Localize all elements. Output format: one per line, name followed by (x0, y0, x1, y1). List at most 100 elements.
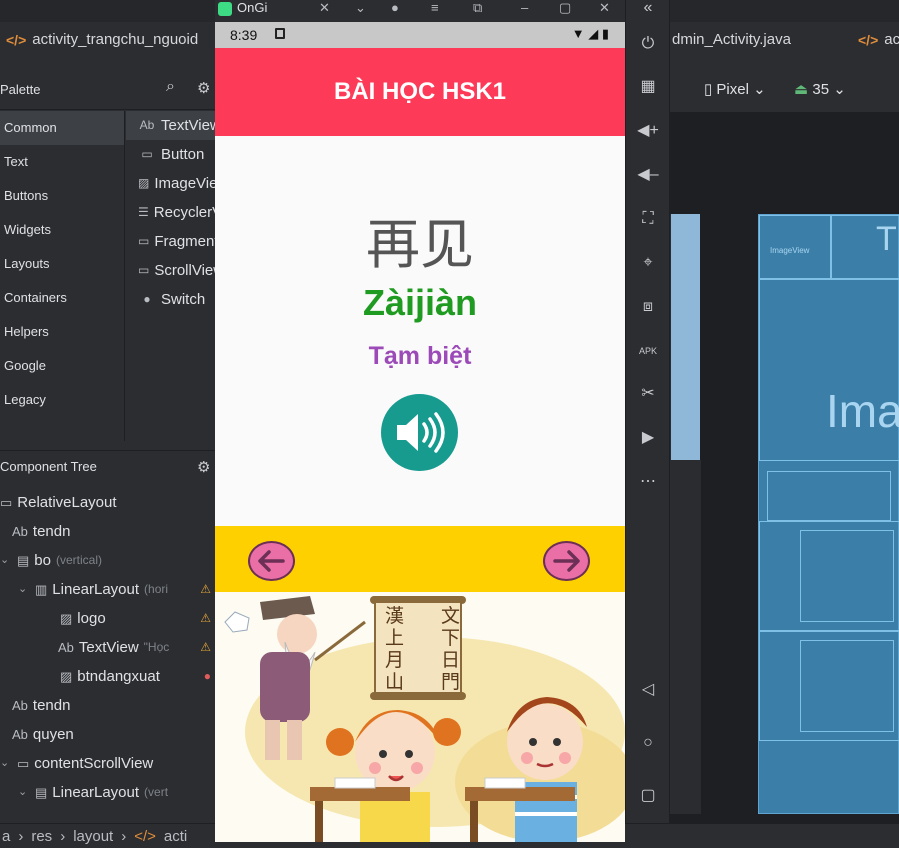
api-selector[interactable]: ⏏ 35 ⌄ (794, 80, 846, 98)
battery-icon: ▮ (601, 26, 609, 41)
tree-node[interactable]: ⌄ ▭ contentScrollView (0, 749, 215, 778)
power-icon[interactable]: ⏻ (636, 32, 660, 56)
text-icon: Ab (12, 727, 28, 742)
breadcrumb-item[interactable]: res (31, 828, 52, 845)
blueprint-corner-text: T (876, 220, 897, 258)
overview-icon[interactable]: ▢ (636, 784, 660, 808)
palette-item-label: FragmentContainerView (154, 233, 221, 250)
palette-category-text[interactable]: Text (0, 145, 124, 179)
record-icon[interactable]: ▶ (636, 426, 660, 450)
palette-categories: Common Text Buttons Widgets Layouts Cont… (0, 111, 125, 441)
tree-node[interactable]: Ab TextView "Học ⚠ (0, 633, 215, 662)
chevron-down-icon[interactable]: ⌄ (18, 575, 30, 604)
previous-button[interactable] (248, 541, 295, 581)
tree-node[interactable]: ▨ logo ⚠ (0, 604, 215, 633)
tree-node-label: contentScrollView (34, 755, 154, 772)
tree-node[interactable]: ▨ btndangxuat ● (0, 662, 215, 691)
more-icon[interactable]: ⋯ (636, 470, 660, 494)
location-icon[interactable]: ⌖ (636, 251, 660, 275)
breadcrumb-item[interactable]: layout (73, 828, 113, 845)
preview-dark-area (671, 460, 701, 814)
play-audio-button[interactable] (381, 394, 458, 471)
tree-node[interactable]: Ab tendn (0, 691, 215, 720)
palette-item-scrollview[interactable]: ▭ ScrollView (126, 256, 221, 285)
text-icon: Ab (139, 118, 155, 132)
screenshot-icon[interactable]: ⛶ (636, 207, 660, 231)
scroll-character: 漢 (385, 605, 404, 627)
breadcrumb-item[interactable]: acti (164, 828, 187, 845)
arrow-right-icon (553, 550, 580, 572)
chevron-down-icon: ⌄ (753, 81, 766, 98)
tree-node[interactable]: ▭ RelativeLayout (0, 488, 215, 517)
image-icon: ▨ (138, 176, 150, 190)
tree-node[interactable]: ⌄ ▤ LinearLayout (vert (0, 778, 215, 807)
button-icon: ▭ (141, 147, 153, 161)
fold-icon[interactable]: ⧈ (636, 295, 660, 319)
tree-node[interactable]: ⌄ ▥ LinearLayout (hori ⚠ (0, 575, 215, 604)
phone-screen: 8:39 ▼ ◢ ▮ BÀI HỌC HSK1 再见 Zàijiàn Tạm b… (215, 22, 625, 842)
palette-item-fragment[interactable]: ▭ FragmentContainerView (126, 227, 221, 256)
palette-category-google[interactable]: Google (0, 349, 124, 383)
component-tree: ▭ RelativeLayout Ab tendn ⌄ ▤ bo (vertical) ⌄… (0, 488, 215, 807)
collapse-icon[interactable]: « (636, 0, 660, 20)
palette-item-label: ImageView (154, 175, 221, 192)
chevron-down-icon[interactable]: ⌄ (18, 778, 30, 807)
tree-node[interactable]: Ab tendn (0, 517, 215, 546)
palette-category-legacy[interactable]: Legacy (0, 383, 124, 417)
tree-node-hint: (hori (144, 582, 169, 596)
chevron-down-icon[interactable]: ⌄ (0, 546, 12, 575)
blueprint-big-text: Ima (826, 385, 899, 437)
gear-icon[interactable]: ⚙ (197, 79, 210, 97)
home-icon[interactable]: ○ (636, 731, 660, 755)
palette-items: Ab TextView ▭ Button ▨ ImageView ☰ RecyclerV… (126, 111, 221, 441)
gear-icon[interactable]: ⚙ (197, 458, 210, 476)
tab-acti[interactable]: </> acti (858, 31, 899, 48)
scrollview-icon: ▭ (138, 263, 150, 277)
next-button[interactable] (543, 541, 590, 581)
cut-icon[interactable]: ✂ (636, 382, 660, 406)
close-icon[interactable]: ✕ (319, 0, 330, 16)
chevron-down-icon[interactable]: ⌄ (355, 0, 366, 16)
palette-item-switch[interactable]: ● Switch (126, 285, 221, 314)
rotate-icon[interactable]: ▦ (636, 75, 660, 99)
palette-category-helpers[interactable]: Helpers (0, 315, 124, 349)
chevron-down-icon[interactable]: ⌄ (0, 749, 12, 778)
minimize-icon[interactable]: – (521, 0, 528, 15)
chevron-down-icon: ⌄ (833, 81, 846, 98)
status-time: 8:39 (230, 27, 258, 43)
account-icon[interactable]: ● (391, 0, 399, 15)
blueprint-text-box: T (831, 215, 899, 279)
palette-category-layouts[interactable]: Layouts (0, 247, 124, 281)
blueprint-view[interactable]: ImageView T Ima (758, 214, 899, 814)
tree-node-label: tendn (32, 523, 71, 540)
close-icon[interactable]: ✕ (599, 0, 610, 16)
volume-up-icon[interactable]: ◀+ (636, 119, 660, 143)
restore-icon[interactable]: ⧉ (473, 0, 482, 16)
scroll-character: 文 (441, 605, 460, 627)
palette-item-button[interactable]: ▭ Button (126, 140, 221, 169)
search-icon[interactable]: ⌕ (166, 78, 175, 96)
back-icon[interactable]: ◁ (636, 678, 660, 702)
linear-layout-icon: ▥ (35, 582, 48, 597)
palette-item-textview[interactable]: Ab TextView (126, 111, 221, 140)
palette-category-buttons[interactable]: Buttons (0, 179, 124, 213)
device-selector[interactable]: ▯ Pixel ⌄ (704, 80, 766, 98)
tree-node[interactable]: ⌄ ▤ bo (vertical) (0, 546, 215, 575)
linear-layout-icon: ▤ (17, 553, 30, 568)
palette-category-containers[interactable]: Containers (0, 281, 124, 315)
signal-icon: ◢ (588, 26, 599, 41)
palette-item-imageview[interactable]: ▨ ImageView (126, 169, 221, 198)
tree-node-label: TextView (78, 639, 139, 656)
maximize-icon[interactable]: ▢ (559, 0, 571, 16)
tree-node[interactable]: Ab quyen (0, 720, 215, 749)
image-icon: ▨ (60, 611, 73, 626)
menu-icon[interactable]: ≡ (431, 0, 439, 15)
palette-category-common[interactable]: Common (0, 111, 124, 145)
apk-icon[interactable]: APK (636, 339, 660, 363)
volume-down-icon[interactable]: ◀– (636, 163, 660, 187)
palette-category-widgets[interactable]: Widgets (0, 213, 124, 247)
tab-admin-activity[interactable]: dmin_Activity.java (672, 31, 791, 48)
palette-item-recyclerview[interactable]: ☰ RecyclerView (126, 198, 221, 227)
classroom-illustration: 文 下 漢 日 上 門 月 山 (215, 592, 625, 842)
tab-activity-trangchu[interactable]: </> activity_trangchu_nguoid (6, 31, 198, 48)
